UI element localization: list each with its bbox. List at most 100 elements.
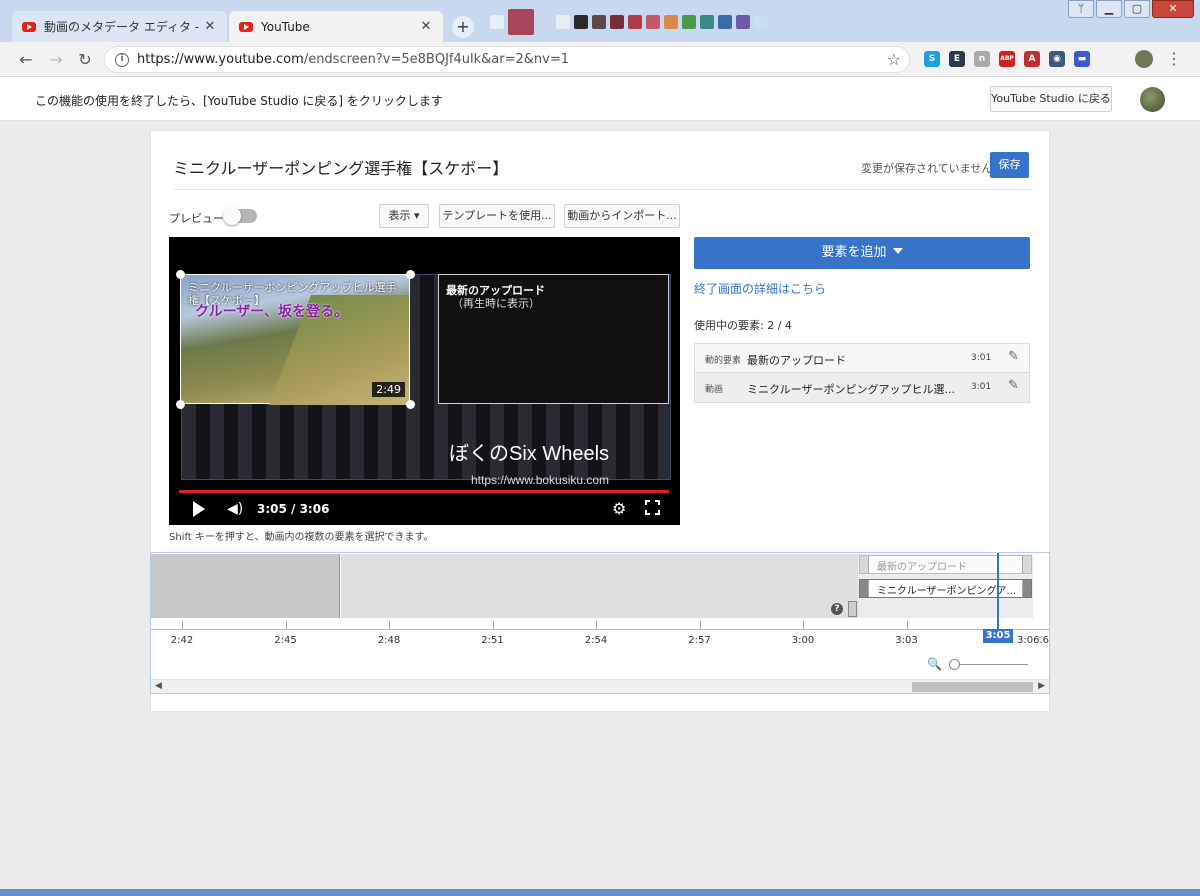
chat-icon[interactable]: ▬ bbox=[1074, 51, 1090, 67]
avatar[interactable] bbox=[1140, 87, 1165, 112]
zoom-slider-knob[interactable] bbox=[949, 659, 960, 670]
track-end-handle[interactable] bbox=[1022, 556, 1031, 573]
pdf-icon[interactable]: A bbox=[1024, 51, 1040, 67]
ext-grey-icon[interactable]: n bbox=[974, 51, 990, 67]
tab-title: YouTube bbox=[261, 19, 310, 34]
color-swatch bbox=[646, 15, 660, 29]
scrollbar-thumb[interactable] bbox=[912, 682, 1033, 692]
tab-youtube[interactable]: YouTube ✕ bbox=[229, 11, 443, 42]
endscreen-latest-upload-element[interactable]: 最新のアップロード （再生時に表示） bbox=[438, 274, 669, 404]
reload-icon[interactable]: ↻ bbox=[75, 50, 95, 70]
add-element-button[interactable]: 要素を追加 bbox=[694, 237, 1030, 269]
color-swatch bbox=[574, 15, 588, 29]
track-start-handle[interactable] bbox=[860, 556, 869, 573]
use-template-button[interactable]: テンプレートを使用... bbox=[439, 204, 555, 228]
resize-handle[interactable] bbox=[406, 400, 415, 409]
bookmark-star-icon[interactable]: ☆ bbox=[887, 50, 901, 69]
channel-watermark: ぼくのSix Wheels bbox=[449, 443, 610, 465]
back-to-studio-button[interactable]: YouTube Studio に戻る bbox=[990, 86, 1112, 112]
user-switch-icon[interactable]: ᛘ bbox=[1068, 0, 1094, 18]
timeline-scrollbar[interactable]: ◀ ▶ bbox=[151, 679, 1049, 693]
new-tab-button[interactable]: + bbox=[452, 16, 474, 38]
back-arrow-icon[interactable]: ← bbox=[16, 50, 36, 70]
tick-mark bbox=[803, 621, 804, 629]
unsaved-status: 変更が保存されていません bbox=[861, 162, 993, 175]
extension-icons: S En ABP A ◉ ▬ bbox=[924, 51, 1090, 67]
color-swatch bbox=[592, 15, 606, 29]
url-path: /endscreen?v=5e8BQJf4ulk&ar=2&nv=1 bbox=[303, 52, 569, 67]
timeline-inactive-region bbox=[151, 554, 340, 618]
elements-usage-count: 使用中の要素: 2 / 4 bbox=[694, 319, 792, 332]
close-icon[interactable]: ✕ bbox=[419, 19, 433, 34]
save-button[interactable]: 保存 bbox=[990, 152, 1029, 178]
color-swatch bbox=[736, 15, 750, 29]
vpn-icon[interactable]: ◉ bbox=[1049, 51, 1065, 67]
time-display: 3:05 / 3:06 bbox=[257, 502, 330, 516]
fullscreen-icon[interactable] bbox=[645, 500, 660, 515]
endscreen-timeline[interactable]: 最新のアップロード ミニクルーザーポンピングア... ? 2:42 2:45 2:4… bbox=[150, 552, 1050, 694]
info-icon[interactable]: i bbox=[115, 52, 129, 67]
volume-icon[interactable]: ◀) bbox=[227, 501, 243, 517]
video-player[interactable]: ぼくのSix Wheels https://www.bokusiku.com ミ… bbox=[169, 237, 680, 525]
close-icon[interactable]: ✕ bbox=[203, 19, 217, 34]
pencil-icon[interactable]: ✎ bbox=[1008, 349, 1019, 364]
window-close-icon[interactable]: ✕ bbox=[1152, 0, 1194, 18]
tick-label: 2:48 bbox=[377, 635, 401, 646]
address-bar[interactable]: i https://www.youtube.com/endscreen?v=5e… bbox=[104, 46, 910, 73]
studio-notice-bar: この機能の使用を終了したら、[YouTube Studio に戻る] をクリック… bbox=[0, 77, 1200, 121]
tick-label: 2:42 bbox=[170, 635, 194, 646]
caret-down-icon bbox=[892, 248, 903, 254]
resize-handle[interactable] bbox=[406, 270, 415, 279]
resize-handle[interactable] bbox=[176, 400, 185, 409]
endscreen-video-element[interactable]: ミニクルーザーポンピングアップヒル選手権【スケボー】 クルーザー、坂を登る。 2… bbox=[180, 274, 410, 405]
list-item[interactable]: 動的要素 最新のアップロード 3:01 ✎ bbox=[695, 344, 1029, 373]
tick-mark bbox=[285, 621, 287, 629]
color-swatch bbox=[628, 15, 642, 29]
profile-avatar[interactable] bbox=[1135, 50, 1153, 68]
latest-upload-subtitle: （再生時に表示） bbox=[452, 297, 540, 310]
color-swatch bbox=[556, 15, 570, 29]
preview-label: プレビュー bbox=[169, 212, 224, 225]
resize-handle[interactable] bbox=[176, 270, 185, 279]
notice-text: この機能の使用を終了したら、[YouTube Studio に戻る] をクリック… bbox=[35, 94, 443, 108]
element-type: 動画 bbox=[705, 385, 724, 395]
track-start-handle[interactable] bbox=[848, 601, 857, 617]
desktop-swatches bbox=[490, 8, 768, 36]
track-end-handle[interactable] bbox=[1022, 580, 1031, 597]
color-swatch bbox=[700, 15, 714, 29]
color-swatch bbox=[664, 15, 678, 29]
color-swatch bbox=[682, 15, 696, 29]
tick-label: 2:45 bbox=[274, 635, 297, 646]
help-icon[interactable]: ? bbox=[831, 603, 843, 615]
settings-gear-icon[interactable]: ⚙ bbox=[612, 499, 626, 518]
play-icon[interactable] bbox=[193, 501, 205, 517]
timeline-track-latest-upload[interactable]: 最新のアップロード bbox=[859, 555, 1032, 574]
endscreen-help-link[interactable]: 終了画面の詳細はこちら bbox=[694, 280, 826, 297]
maximize-icon[interactable]: ▢ bbox=[1124, 0, 1150, 18]
forward-arrow-icon[interactable]: → bbox=[46, 50, 66, 70]
pencil-icon[interactable]: ✎ bbox=[1008, 378, 1019, 393]
page-content: この機能の使用を終了したら、[YouTube Studio に戻る] をクリック… bbox=[0, 77, 1200, 889]
zoom-slider[interactable] bbox=[956, 664, 1028, 665]
import-from-video-button[interactable]: 動画からインポート... bbox=[564, 204, 680, 228]
preview-toggle[interactable] bbox=[223, 207, 257, 225]
playhead[interactable] bbox=[997, 553, 999, 638]
youtube-icon bbox=[22, 21, 36, 32]
kebab-menu-icon[interactable]: ⋮ bbox=[1166, 49, 1182, 68]
tick-mark bbox=[182, 621, 183, 629]
progress-bar[interactable] bbox=[179, 490, 669, 493]
list-item[interactable]: 動画 ミニクルーザーポンピングアップヒル選... 3:01 ✎ bbox=[695, 373, 1029, 402]
minimize-icon[interactable]: ▁ bbox=[1096, 0, 1122, 18]
element-name: ミニクルーザーポンピングアップヒル選... bbox=[747, 383, 955, 396]
timeline-track-video[interactable]: ミニクルーザーポンピングア... bbox=[859, 579, 1032, 598]
tab-metadata-editor[interactable]: 動画のメタデータ エディタ - YouTube Studio ✕ bbox=[12, 11, 227, 42]
adblock-icon[interactable]: ABP bbox=[999, 51, 1015, 67]
display-dropdown-button[interactable]: 表示 ▾ bbox=[379, 204, 429, 228]
arrow-left-icon[interactable]: ◀ bbox=[155, 681, 162, 691]
arrow-right-icon[interactable]: ▶ bbox=[1038, 681, 1045, 691]
tick-mark bbox=[492, 621, 494, 629]
track-start-handle[interactable] bbox=[860, 580, 869, 597]
timeline-region bbox=[341, 554, 858, 618]
skype-icon[interactable]: S bbox=[924, 51, 940, 67]
evernote-icon[interactable]: E bbox=[949, 51, 965, 67]
